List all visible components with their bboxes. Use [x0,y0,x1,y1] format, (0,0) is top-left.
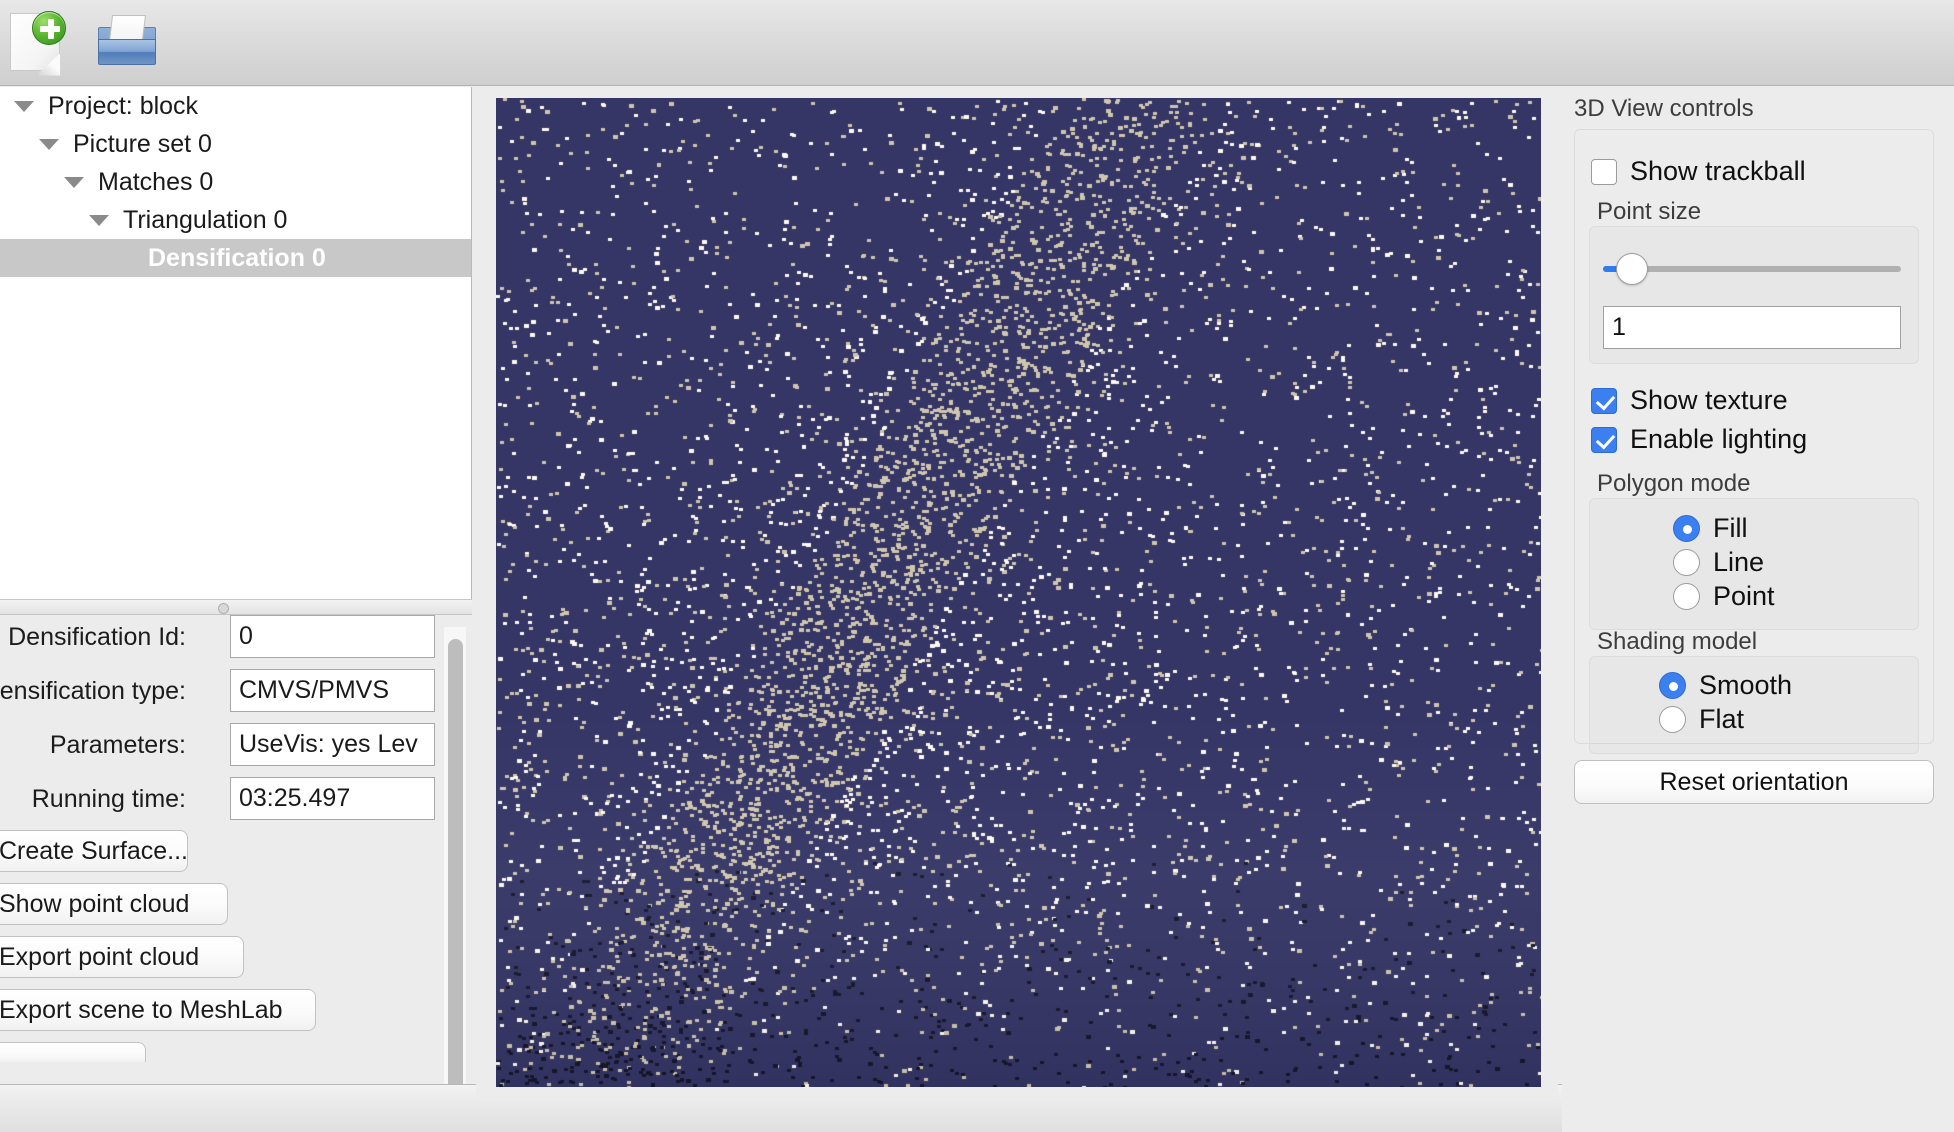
radio-label: Point [1713,581,1775,611]
export-point-cloud-button[interactable]: Export point cloud [0,936,244,978]
open-project-button[interactable] [90,7,162,79]
view-controls-panel: 3D View controls Show trackball Point si… [1562,87,1954,1132]
show-point-cloud-button[interactable]: Show point cloud [0,883,228,925]
panel-title: 3D View controls [1574,95,1754,122]
new-document-plus-icon [10,10,66,76]
field-label: Running time: [31,785,186,813]
tree-item-densification[interactable]: Densification 0 [0,239,471,277]
show-texture-row[interactable]: Show texture [1591,385,1788,416]
radio-smooth[interactable] [1659,672,1686,699]
point-size-input[interactable]: 1 [1603,306,1901,349]
enable-lighting-row[interactable]: Enable lighting [1591,424,1807,455]
radio-point[interactable] [1673,583,1700,610]
field-label: Parameters: [49,731,186,759]
shading-model-label: Shading model [1597,628,1758,655]
properties-vertical-scrollbar[interactable] [444,627,466,1132]
panel-splitter[interactable] [0,599,472,615]
radio-label: Fill [1713,513,1748,543]
parameters-input[interactable]: UseVis: yes Lev [230,723,435,766]
radio-flat[interactable] [1659,706,1686,733]
radio-line[interactable] [1673,549,1700,576]
field-densification-id: Densification Id: 0 [0,615,440,660]
densification-properties: Densification Id: 0 Densification type: … [0,615,440,1132]
chevron-down-icon[interactable] [89,214,109,226]
field-running-time: Running time: 03:25.497 [0,777,440,822]
radio-label: Smooth [1699,670,1793,700]
shading-model-option-smooth[interactable]: Smooth [1659,670,1792,701]
polygon-mode-label: Polygon mode [1597,470,1751,497]
radio-label: Flat [1699,704,1745,734]
show-trackball-checkbox[interactable] [1591,158,1617,185]
3d-point-cloud-viewport[interactable] [496,98,1541,1087]
field-densification-type: Densification type: CMVS/PMVS [0,669,440,714]
toolbar [0,0,1954,86]
action-button-stack: Create Surface... Show point cloud Expor… [0,830,440,1073]
polygon-mode-option-point[interactable]: Point [1673,581,1775,612]
point-size-label: Point size [1597,198,1702,225]
chevron-down-icon[interactable] [39,138,59,150]
point-size-slider-thumb[interactable] [1616,253,1648,285]
create-surface-button[interactable]: Create Surface... [0,830,188,872]
tree-item-label: Picture set 0 [73,129,212,158]
densification-id-input[interactable]: 0 [230,615,435,658]
tree-item-matches[interactable]: Matches 0 [0,163,471,201]
clipped-button[interactable] [0,1042,146,1062]
reset-orientation-button[interactable]: Reset orientation [1574,760,1934,804]
field-label: Densification Id: [8,623,186,651]
show-texture-checkbox[interactable] [1591,387,1617,414]
tree-item-label: Triangulation 0 [123,205,288,234]
tree-item-label: Project: block [48,91,199,120]
enable-lighting-checkbox[interactable] [1591,426,1617,453]
new-project-button[interactable] [6,7,78,79]
splitter-grip-icon[interactable] [218,603,229,614]
view-controls-group: Show trackball Point size 1 Show texture… [1574,129,1934,754]
tree-item-label: Densification 0 [148,243,326,272]
field-parameters: Parameters: UseVis: yes Lev [0,723,440,768]
export-scene-to-meshlab-button[interactable]: Export scene to MeshLab [0,989,316,1031]
enable-lighting-label: Enable lighting [1630,424,1808,454]
radio-label: Line [1713,547,1765,577]
chevron-down-icon[interactable] [64,176,84,188]
viewport-frame [476,87,1558,1100]
vertical-scrollbar-thumb[interactable] [448,639,463,1101]
tree-item-triangulation[interactable]: Triangulation 0 [0,201,471,239]
show-texture-label: Show texture [1630,385,1788,415]
show-trackball-label: Show trackball [1630,156,1806,186]
left-panel: Project: block Picture set 0 Matches 0 T… [0,87,472,1132]
tree-item-picture-set[interactable]: Picture set 0 [0,125,471,163]
densification-type-input[interactable]: CMVS/PMVS [230,669,435,712]
chevron-down-icon[interactable] [14,100,34,112]
point-cloud-canvas[interactable] [496,98,1541,1087]
radio-fill[interactable] [1673,515,1700,542]
tree-item-label: Matches 0 [98,167,214,196]
polygon-mode-option-line[interactable]: Line [1673,547,1764,578]
polygon-mode-option-fill[interactable]: Fill [1673,513,1748,544]
tree-item-project[interactable]: Project: block [0,87,471,125]
project-tree[interactable]: Project: block Picture set 0 Matches 0 T… [0,87,472,599]
show-trackball-row[interactable]: Show trackball [1591,156,1806,187]
running-time-input[interactable]: 03:25.497 [230,777,435,820]
open-folder-icon [96,14,158,73]
field-label: Densification type: [0,677,186,705]
shading-model-option-flat[interactable]: Flat [1659,704,1744,735]
